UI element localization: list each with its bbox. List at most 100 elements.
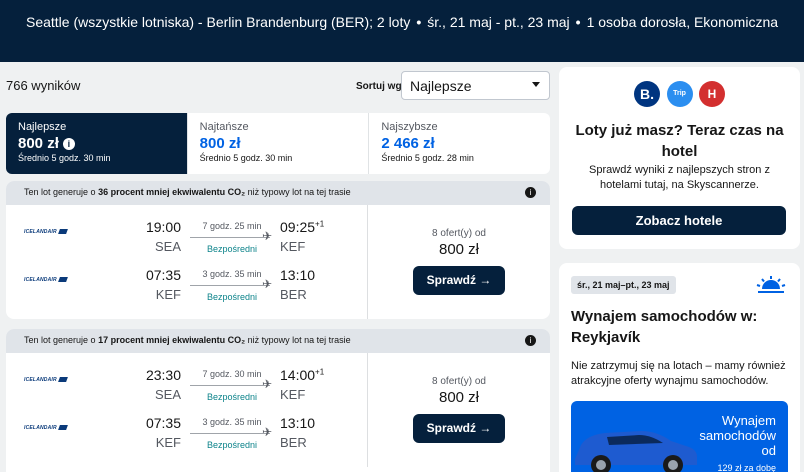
tab-sub: Średnio 5 godz. 28 min [381, 153, 474, 163]
flight-leg: ICELANDAIR 07:35 KEF 3 godz. 35 min ✈ Bez… [6, 267, 367, 311]
plane-icon: ✈ [262, 425, 273, 439]
promo-price: 129 zł za dobę [717, 463, 776, 472]
car-rental-ad[interactable]: śr., 21 maj–pt., 23 maj Wynajem samochod… [559, 263, 800, 472]
offers-count: 8 ofert(y) od [432, 228, 486, 239]
airline-logo: ICELANDAIR [24, 377, 68, 383]
skyscanner-sunrise-icon [756, 276, 786, 293]
departure-time: 07:35 [145, 415, 181, 431]
eco-text-bold: 36 procent mniej ekwiwalentu CO₂ [98, 187, 246, 197]
hotel-ad-text: Sprawdź wyniki z najlepszych stron z hot… [589, 164, 770, 191]
tab-price: 800 zł [199, 135, 241, 152]
route-line [190, 285, 270, 286]
promo-title: Wynajem samochodów od [699, 413, 776, 458]
day-offset: +1 [315, 367, 325, 377]
car-ad-text: Nie zatrzymuj się na lotach – mamy równi… [571, 360, 786, 387]
tab-label: Najlepsze [18, 121, 67, 133]
airline-mark-icon [57, 377, 68, 383]
flight-leg: ICELANDAIR 07:35 KEF 3 godz. 35 min ✈ Bez… [6, 415, 367, 459]
airline-logo: ICELANDAIR [24, 277, 68, 283]
eco-text-post: niż typowy lot na tej trasie [245, 335, 351, 345]
flight-leg: ICELANDAIR 23:30 SEA 7 godz. 30 min ✈ Bez… [6, 367, 367, 411]
search-summary[interactable]: Seattle (wszystkie lotniska) - Berlin Br… [0, 14, 804, 30]
booking-logo-icon: B. [634, 81, 661, 107]
date-badge: śr., 21 maj–pt., 23 maj [571, 276, 676, 294]
tab-label: Najszybsze [381, 121, 438, 133]
tab-sub: Średnio 5 godz. 30 min [199, 153, 293, 163]
eco-text-pre: Ten lot generuje o [24, 335, 99, 345]
departure-code: KEF [155, 287, 181, 302]
see-hotels-button[interactable]: Zobacz hotele [572, 206, 786, 235]
departure-time: 19:00 [145, 219, 181, 235]
hotel-ad-title: Loty już masz? Teraz czas na hotel [575, 122, 784, 160]
route-text: Seattle (wszystkie lotniska) - Berlin Br… [25, 14, 411, 30]
car-promo-banner[interactable]: Wynajem samochodów od 129 zł za dobę [571, 401, 788, 472]
route-line [190, 237, 270, 238]
price: 800 zł [438, 241, 480, 258]
airline-logo: ICELANDAIR [24, 229, 68, 235]
separator-dot: • [575, 14, 581, 30]
airline-name: ICELANDAIR [24, 277, 57, 283]
departure-time: 07:35 [145, 267, 181, 283]
hotel-ad: B. Trip H Loty już masz? Teraz czas na h… [559, 67, 800, 249]
stops: Bezpośredni [206, 392, 258, 402]
partner-logos: B. Trip H [559, 81, 800, 107]
plane-icon: ✈ [262, 377, 273, 391]
offers-count: 8 ofert(y) od [432, 376, 486, 387]
airline-logo: ICELANDAIR [24, 425, 68, 431]
tab-price: 800 zł [18, 135, 59, 152]
tab-cheapest[interactable]: Najtańsze 800 zł Średnio 5 godz. 30 min [188, 113, 370, 174]
check-button[interactable]: Sprawdź → [413, 414, 505, 443]
info-icon[interactable]: i [525, 335, 536, 346]
arrival-time: 13:10 [280, 415, 316, 431]
dates-text: śr., 21 maj - pt., 23 maj [427, 14, 570, 30]
plane-icon: ✈ [262, 277, 273, 291]
day-offset: +1 [315, 219, 325, 229]
airline-name: ICELANDAIR [24, 377, 57, 383]
tab-fastest[interactable]: Najszybsze 2 466 zł Średnio 5 godz. 28 m… [369, 113, 550, 174]
airline-name: ICELANDAIR [24, 229, 57, 235]
airline-mark-icon [57, 229, 68, 235]
tab-best[interactable]: Najlepsze 800 zł i Średnio 5 godz. 30 min [6, 113, 188, 174]
departure-code: SEA [154, 239, 181, 254]
check-button[interactable]: Sprawdź → [413, 266, 505, 295]
arrival-time: 09:25 [280, 219, 316, 235]
flight-card[interactable]: Ten lot generuje o 17 procent mniej ekwi… [6, 329, 550, 472]
flight-leg: ICELANDAIR 19:00 SEA 7 godz. 25 min ✈ Bez… [6, 219, 367, 263]
chevron-down-icon [532, 82, 540, 87]
price: 800 zł [438, 389, 480, 406]
sort-select[interactable]: Najlepsze [401, 71, 550, 100]
arrival-time: 14:00 [280, 367, 316, 383]
price-box: 8 ofert(y) od 800 zł Sprawdź → [367, 353, 550, 467]
tab-sub: Średnio 5 godz. 30 min [18, 153, 111, 163]
price-box: 8 ofert(y) od 800 zł Sprawdź → [367, 205, 550, 319]
search-summary-bar[interactable]: Seattle (wszystkie lotniska) - Berlin Br… [0, 0, 804, 62]
departure-code: SEA [154, 387, 181, 402]
route-line [190, 385, 270, 386]
tab-label: Najtańsze [199, 121, 249, 133]
plane-icon: ✈ [262, 229, 273, 243]
departure-code: KEF [155, 435, 181, 450]
eco-text-pre: Ten lot generuje o [24, 187, 99, 197]
sort-tabs: Najlepsze 800 zł i Średnio 5 godz. 30 min… [6, 113, 550, 174]
stops: Bezpośredni [206, 244, 258, 254]
eco-text-post: niż typowy lot na tej trasie [245, 187, 351, 197]
arrival-code: KEF [280, 239, 306, 254]
eco-banner: Ten lot generuje o 17 procent mniej ekwi… [6, 329, 550, 353]
stops: Bezpośredni [206, 440, 258, 450]
arrival-time: 13:10 [280, 267, 316, 283]
info-icon[interactable]: i [525, 187, 536, 198]
passengers-text: 1 osoba dorosła, Ekonomiczna [586, 14, 779, 30]
airline-mark-icon [57, 277, 68, 283]
trip-logo-icon: Trip [666, 81, 693, 107]
flight-card[interactable]: Ten lot generuje o 36 procent mniej ekwi… [6, 181, 550, 319]
stops: Bezpośredni [206, 292, 258, 302]
info-icon[interactable]: i [62, 138, 75, 151]
eco-banner: Ten lot generuje o 36 procent mniej ekwi… [6, 181, 550, 205]
results-count: 766 wyników [6, 78, 81, 93]
arrival-code: KEF [280, 387, 306, 402]
hotels-logo-icon: H [698, 81, 725, 107]
arrival-code: BER [280, 435, 307, 450]
sort-value: Najlepsze [410, 78, 472, 94]
departure-time: 23:30 [145, 367, 181, 383]
car-icon [575, 431, 697, 472]
